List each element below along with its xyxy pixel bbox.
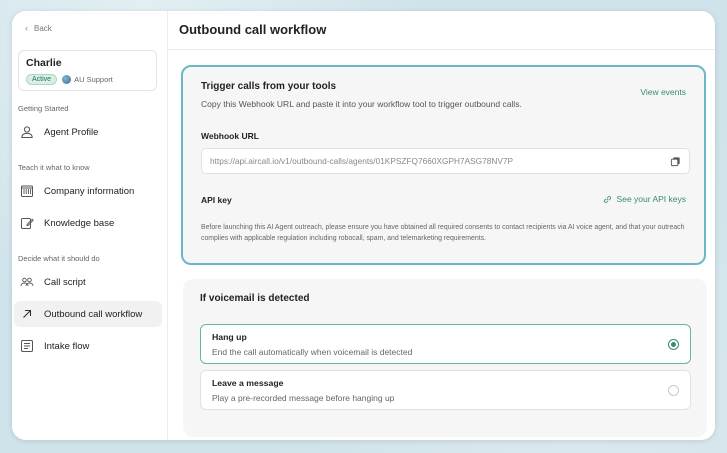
option-leave-message[interactable]: Leave a message Play a pre-recorded mess… bbox=[200, 370, 691, 410]
building-icon bbox=[21, 185, 33, 197]
sidebar-item-label: Agent Profile bbox=[44, 126, 99, 138]
sidebar: ‹ Back Charlie Active AU Support Getting… bbox=[12, 11, 168, 440]
sidebar-item-intake-flow[interactable]: Intake flow bbox=[14, 333, 162, 359]
voicemail-title: If voicemail is detected bbox=[200, 293, 310, 304]
option-hang-up[interactable]: Hang up End the call automatically when … bbox=[200, 324, 691, 364]
sidebar-item-knowledge-base[interactable]: Knowledge base bbox=[14, 210, 162, 236]
page-title: Outbound call workflow bbox=[179, 22, 327, 37]
edit-document-icon bbox=[21, 218, 34, 229]
api-key-label: API key bbox=[201, 195, 232, 205]
sidebar-item-label: Intake flow bbox=[44, 340, 90, 352]
team-label: AU Support bbox=[74, 75, 113, 84]
section-decide: Decide what it should do bbox=[18, 254, 100, 263]
voicemail-settings-card: If voicemail is detected Hang up End the… bbox=[183, 279, 707, 437]
sidebar-item-label: Company information bbox=[44, 185, 135, 197]
sidebar-item-company-information[interactable]: Company information bbox=[14, 178, 162, 204]
back-label: Back bbox=[34, 23, 52, 33]
sidebar-item-label: Outbound call workflow bbox=[44, 308, 143, 320]
webhook-url-label: Webhook URL bbox=[201, 131, 259, 141]
webhook-url-value: https://api.aircall.io/v1/outbound-calls… bbox=[210, 156, 514, 166]
app-window: ‹ Back Charlie Active AU Support Getting… bbox=[12, 11, 715, 440]
card-title: Trigger calls from your tools bbox=[201, 81, 337, 92]
chevron-left-icon: ‹ bbox=[25, 23, 28, 33]
sidebar-item-outbound-call-workflow[interactable]: Outbound call workflow bbox=[14, 301, 162, 327]
agent-profile-card[interactable]: Charlie Active AU Support bbox=[18, 50, 157, 91]
sidebar-item-label: Call script bbox=[44, 276, 86, 288]
user-icon bbox=[21, 126, 33, 138]
trigger-calls-card: Trigger calls from your tools Copy this … bbox=[181, 65, 706, 265]
team-tag: AU Support bbox=[62, 75, 113, 84]
see-api-keys-link[interactable]: See your API keys bbox=[603, 194, 686, 204]
card-description: Copy this Webhook URL and paste it into … bbox=[201, 99, 522, 109]
option-description: Play a pre-recorded message before hangi… bbox=[212, 393, 395, 403]
webhook-url-field[interactable]: https://api.aircall.io/v1/outbound-calls… bbox=[201, 148, 690, 174]
radio-leave-message[interactable] bbox=[668, 385, 679, 396]
option-title: Leave a message bbox=[212, 378, 284, 388]
people-icon bbox=[20, 277, 34, 287]
globe-icon bbox=[62, 75, 72, 84]
section-teach: Teach it what to know bbox=[18, 163, 90, 172]
back-button[interactable]: ‹ Back bbox=[25, 23, 52, 33]
sidebar-item-call-script[interactable]: Call script bbox=[14, 269, 162, 295]
link-icon bbox=[603, 195, 611, 203]
arrow-up-right-icon bbox=[23, 309, 32, 318]
sidebar-item-label: Knowledge base bbox=[44, 217, 115, 229]
option-title: Hang up bbox=[212, 332, 247, 342]
agent-name: Charlie bbox=[26, 57, 62, 69]
radio-hang-up[interactable] bbox=[668, 339, 679, 350]
sidebar-item-agent-profile[interactable]: Agent Profile bbox=[14, 119, 162, 145]
copy-icon[interactable] bbox=[670, 156, 681, 167]
view-events-link[interactable]: View events bbox=[640, 87, 686, 97]
status-badge: Active bbox=[26, 74, 58, 85]
section-getting-started: Getting Started bbox=[18, 104, 69, 113]
form-icon bbox=[21, 340, 33, 352]
divider bbox=[168, 49, 715, 50]
option-description: End the call automatically when voicemai… bbox=[212, 347, 413, 357]
main-content: Outbound call workflow Trigger calls fro… bbox=[168, 11, 715, 440]
consent-disclaimer: Before launching this AI Agent outreach,… bbox=[201, 224, 685, 242]
api-link-label: See your API keys bbox=[616, 194, 686, 204]
